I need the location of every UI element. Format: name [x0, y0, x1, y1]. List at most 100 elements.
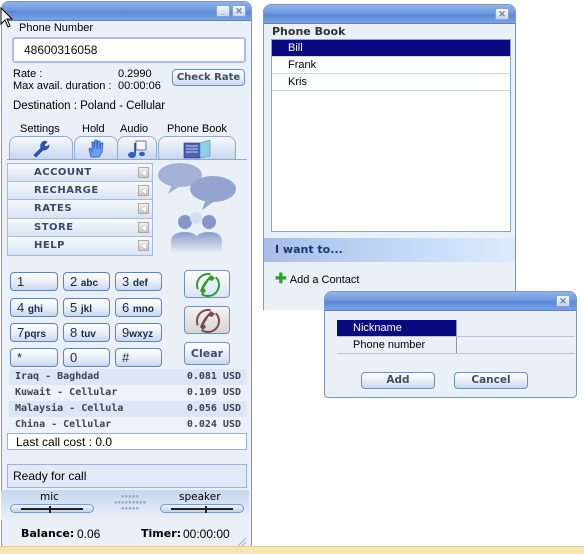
people-chat-icon — [158, 163, 236, 254]
phone-book-window: ✕ Phone Book Bill Frank Kris I want to..… — [263, 4, 516, 310]
rate-row[interactable]: Iraq - Baghdad 0.081 USD — [9, 369, 247, 385]
key-4[interactable]: 4 ghi — [10, 298, 58, 317]
contact-item[interactable]: Kris — [272, 74, 510, 91]
i-want-to-header: I want to... — [264, 238, 515, 262]
recent-rates-list: Iraq - Baghdad 0.081 USD Kuwait - Cellula… — [9, 369, 247, 433]
phone-number-label: Phone Number — [19, 22, 93, 34]
contact-item[interactable]: Frank — [272, 57, 510, 74]
phone-number-field-input[interactable] — [459, 337, 575, 353]
key-6[interactable]: 6 mno — [115, 298, 162, 317]
last-call-cost: Last call cost : 0.0 — [7, 433, 247, 450]
field-row-nickname: Nickname — [337, 320, 575, 337]
tab-hold[interactable] — [74, 136, 118, 160]
tab-audio-label: Audio — [120, 123, 149, 135]
phone-green-icon — [196, 273, 220, 297]
tab-audio[interactable] — [117, 136, 157, 160]
contact-fields: Nickname Phone number — [337, 320, 575, 354]
nickname-label[interactable]: Nickname — [337, 320, 457, 336]
arrow-left-icon — [138, 203, 149, 215]
speaker-slider-thumb[interactable] — [205, 506, 208, 513]
nickname-input[interactable] — [459, 320, 575, 336]
close-button[interactable]: ✕ — [556, 295, 570, 307]
tab-divider — [7, 159, 247, 160]
key-3[interactable]: 3 def — [115, 272, 162, 291]
add-contact-link[interactable]: ✚ Add a Contact — [275, 270, 359, 287]
cancel-button[interactable]: Cancel — [454, 372, 528, 389]
plus-icon: ✚ — [275, 270, 287, 286]
tab-settings[interactable] — [9, 136, 73, 160]
menu-item-label: ACCOUNT — [34, 167, 92, 178]
key-9[interactable]: 9wxyz — [115, 323, 162, 342]
arrow-left-icon — [138, 184, 149, 196]
speaker-volume-slider[interactable] — [160, 504, 244, 513]
call-button[interactable] — [184, 270, 230, 298]
rate-value: 0.2990 — [118, 68, 152, 80]
wrench-icon — [33, 140, 50, 158]
arrow-left-icon — [138, 240, 149, 252]
status-bar: Ready for call — [7, 464, 247, 488]
close-button[interactable]: ✕ — [232, 5, 246, 17]
key-0[interactable]: 0 — [63, 348, 110, 367]
balance-value: 0.06 — [77, 527, 101, 541]
mouse-cursor-icon — [0, 7, 14, 28]
balance-label: Balance: — [21, 527, 75, 540]
main-titlebar[interactable]: _ ✕ — [2, 2, 251, 21]
phone-book-title: Phone Book — [272, 25, 346, 38]
menu-item-help[interactable]: HELP — [7, 237, 153, 256]
mic-label: mic — [40, 491, 59, 503]
rate-row[interactable]: China - Cellular 0.024 USD — [9, 417, 247, 433]
rate-row[interactable]: Malaysia - Cellula 0.056 USD — [9, 401, 247, 417]
dialog-titlebar[interactable]: ✕ — [325, 292, 576, 311]
key-2[interactable]: 2 abc — [63, 272, 110, 291]
destination-label: Destination : Poland - Cellular — [13, 100, 166, 112]
key-star[interactable]: * — [10, 348, 58, 367]
close-button[interactable]: ✕ — [495, 8, 509, 20]
max-duration-value: 00:00:06 — [118, 80, 161, 92]
menu-item-label: HELP — [34, 240, 65, 252]
clear-button[interactable]: Clear — [184, 342, 230, 365]
mic-volume-slider[interactable] — [10, 504, 94, 513]
add-contact-dialog: ✕ Nickname Phone number Add Cancel — [324, 291, 577, 398]
key-8[interactable]: 8 tuv — [63, 323, 110, 342]
tab-settings-label: Settings — [20, 123, 60, 135]
check-rate-button[interactable]: Check Rate — [172, 69, 245, 86]
taskbar-strip — [0, 546, 584, 554]
tab-phonebook[interactable] — [158, 136, 236, 160]
menu-item-rates[interactable]: RATES — [7, 200, 153, 219]
contact-item[interactable]: Bill — [272, 40, 510, 57]
menu-item-store[interactable]: STORE — [7, 218, 153, 238]
field-row-phone: Phone number — [337, 337, 575, 354]
key-1[interactable]: 1 — [10, 272, 58, 291]
settings-menu: ACCOUNT RECHARGE RATES STORE HELP — [7, 163, 153, 256]
mic-slider-thumb[interactable] — [48, 506, 51, 513]
hand-icon — [88, 139, 104, 158]
speaker-label: speaker — [179, 491, 221, 503]
timer-label: Timer: — [141, 527, 182, 540]
contacts-list: Bill Frank Kris — [271, 39, 511, 232]
key-hash[interactable]: # — [115, 348, 162, 367]
signal-level-icon: ●●●●● ●●●●●●●●● ●●●●● — [113, 494, 147, 512]
add-contact-label: Add a Contact — [289, 274, 360, 286]
phone-number-field-label[interactable]: Phone number — [337, 337, 457, 353]
phone-number-input[interactable]: 48600316058 — [12, 37, 246, 63]
phone-book-titlebar[interactable]: ✕ — [264, 5, 515, 24]
key-7[interactable]: 7pqrs — [10, 323, 58, 342]
menu-item-label: STORE — [34, 221, 74, 233]
menu-item-account[interactable]: ACCOUNT — [7, 163, 153, 182]
menu-item-label: RECHARGE — [34, 184, 99, 196]
rate-label: Rate : — [13, 68, 43, 80]
menu-item-recharge[interactable]: RECHARGE — [7, 181, 153, 201]
mic-slider-track — [21, 508, 83, 510]
phone-hangup-icon — [196, 309, 220, 333]
add-button[interactable]: Add — [361, 372, 435, 389]
menu-item-label: RATES — [34, 203, 73, 215]
key-5[interactable]: 5 jkl — [63, 298, 110, 317]
tab-phonebook-label: Phone Book — [167, 123, 227, 135]
hangup-button[interactable] — [184, 306, 230, 334]
minimize-button[interactable]: _ — [216, 5, 230, 17]
speaker-slider-track — [171, 508, 233, 510]
arrow-left-icon — [138, 167, 149, 178]
rate-row[interactable]: Kuwait - Cellular 0.109 USD — [9, 385, 247, 401]
arrow-left-icon — [138, 221, 149, 233]
resize-grip-icon[interactable] — [238, 538, 246, 546]
